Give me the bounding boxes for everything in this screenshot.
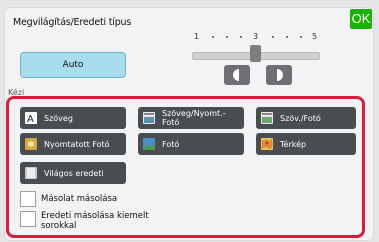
original-type-label: Világos eredeti — [44, 168, 104, 178]
highlighted-copy-label: Eredeti másolása kiemelt sorokkal — [41, 211, 149, 231]
half-left-icon — [233, 69, 239, 81]
scale-dot — [272, 36, 274, 38]
original-type-label: Térkép — [280, 139, 307, 149]
text-doc-icon: A — [25, 112, 37, 125]
printed-photo-icon — [25, 138, 37, 150]
original-type-label: Szöveg/Nyomt.-Fotó — [162, 109, 226, 127]
dialog-title: Megvilágítás/Eredeti típus — [13, 17, 132, 28]
original-type-label: Szöveg — [44, 113, 73, 123]
original-type-label: Fotó — [162, 139, 180, 149]
photo-icon — [143, 138, 155, 150]
original-type-label: Nyomtatott Fotó — [44, 139, 110, 149]
text-photo-icon — [261, 112, 273, 124]
scale-label-max: 5 — [312, 32, 318, 41]
exposure-decrease-button[interactable] — [224, 65, 250, 85]
scale-dot — [300, 36, 302, 38]
scale-dot — [286, 36, 288, 38]
highlighted-copy-checkbox[interactable] — [20, 211, 36, 227]
original-type-photo-button[interactable]: Fotó — [138, 133, 244, 155]
scale-label-min: 1 — [194, 32, 200, 41]
original-type-text-photo-button[interactable]: Szöv./Fotó — [256, 107, 356, 129]
ok-button[interactable]: OK — [350, 9, 372, 29]
original-type-light-original-button[interactable]: Világos eredeti — [20, 162, 126, 184]
scale-dot — [226, 36, 228, 38]
scale-dot — [212, 36, 214, 38]
original-type-text-printed-photo-button[interactable]: Szöveg/Nyomt.-Fotó — [138, 107, 244, 129]
copy-of-copy-checkbox[interactable] — [20, 191, 36, 207]
exposure-scale: 1 3 5 — [190, 32, 320, 42]
original-type-text-button[interactable]: A Szöveg — [20, 107, 126, 129]
scale-dot — [240, 36, 242, 38]
original-type-label: Szöv./Fotó — [280, 113, 321, 123]
light-original-icon — [25, 167, 37, 179]
svg-text:A: A — [27, 114, 34, 124]
half-right-icon — [277, 69, 283, 81]
map-icon — [261, 138, 273, 150]
exposure-slider-thumb[interactable] — [250, 45, 261, 62]
text-printed-photo-icon — [143, 112, 155, 124]
panel-background: Megvilágítás/Eredeti típus OK 1 3 5 Auto… — [0, 0, 379, 242]
auto-button[interactable]: Auto — [20, 52, 126, 78]
original-type-printed-photo-button[interactable]: Nyomtatott Fotó — [20, 133, 126, 155]
copy-of-copy-label: Másolat másolása — [41, 194, 118, 204]
exposure-increase-button[interactable] — [266, 65, 292, 85]
scale-label-mid: 3 — [253, 32, 259, 41]
original-type-map-button[interactable]: Térkép — [256, 133, 356, 155]
